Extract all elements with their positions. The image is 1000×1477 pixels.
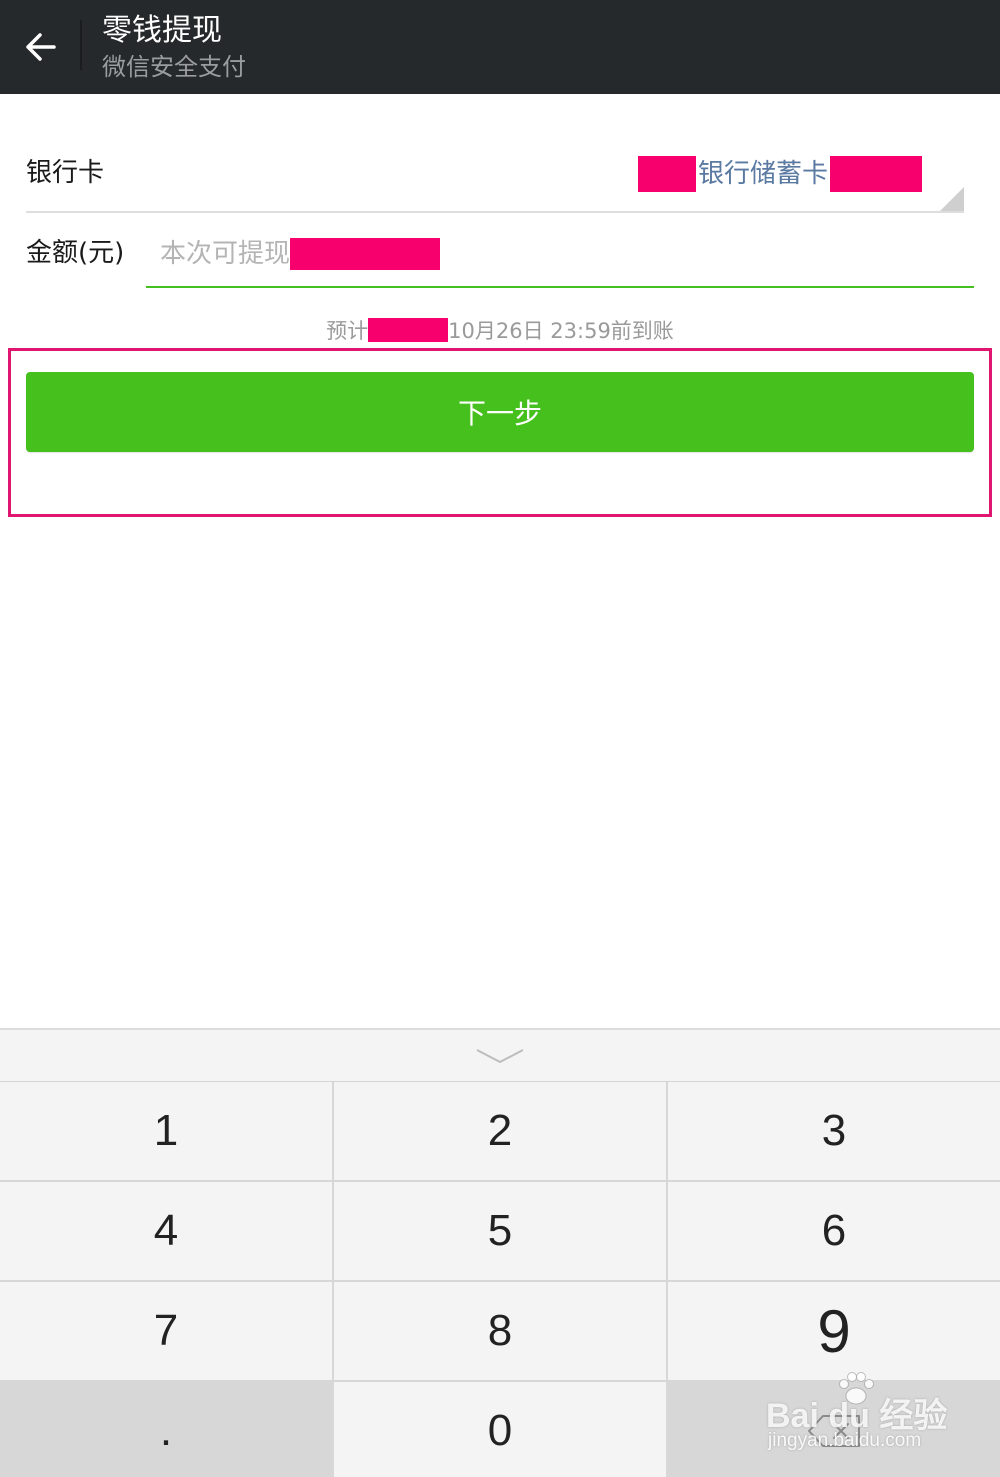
page-title: 零钱提现 [102,13,222,48]
amount-field[interactable]: 本次可提现 [146,230,974,288]
key-4[interactable]: 4 [0,1182,332,1280]
key-decimal[interactable]: . [0,1382,332,1477]
bank-card-selector[interactable]: 银行卡 银行储蓄卡 [26,140,964,213]
watermark-url: jingyan.baidu.com [768,1430,922,1451]
next-button[interactable]: 下一步 [26,372,974,452]
dropdown-corner-icon [938,187,964,213]
page-subtitle: 微信安全支付 [102,53,246,81]
divider [26,211,964,213]
chevron-down-icon [476,1048,524,1063]
amount-placeholder-text: 本次可提现 [160,239,291,269]
amount-placeholder: 本次可提现 [160,238,441,270]
arrival-note: 预计 10月26日 23:59前到账 [0,314,1000,346]
amount-label: 金额(元) [26,238,125,268]
bank-card-label: 银行卡 [26,158,105,188]
redaction-block [290,238,441,270]
key-6[interactable]: 6 [668,1182,1000,1280]
arrival-time: 10月26日 23:59前到账 [448,319,674,343]
key-7[interactable]: 7 [0,1282,332,1380]
key-0[interactable]: 0 [334,1382,666,1477]
redaction-block [830,156,922,192]
back-button[interactable] [14,20,68,74]
key-5[interactable]: 5 [334,1182,666,1280]
bank-card-name: 银行储蓄卡 [697,159,828,189]
key-3[interactable]: 3 [668,1082,1000,1180]
key-1[interactable]: 1 [0,1082,332,1180]
key-9[interactable]: 9 [668,1282,1000,1380]
redaction-block [637,156,696,192]
keypad-collapse-button[interactable] [0,1030,1000,1082]
redaction-block [368,318,449,342]
baidu-watermark: Bai du 经验 jingyan.baidu.com [766,1372,966,1462]
arrival-prefix: 预计 [326,319,369,343]
title-divider [80,20,82,70]
bank-card-value[interactable]: 银行储蓄卡 [637,156,922,192]
key-8[interactable]: 8 [334,1282,666,1380]
key-2[interactable]: 2 [334,1082,666,1180]
arrow-left-icon [26,33,56,61]
title-bar: 零钱提现 微信安全支付 [0,0,1000,94]
